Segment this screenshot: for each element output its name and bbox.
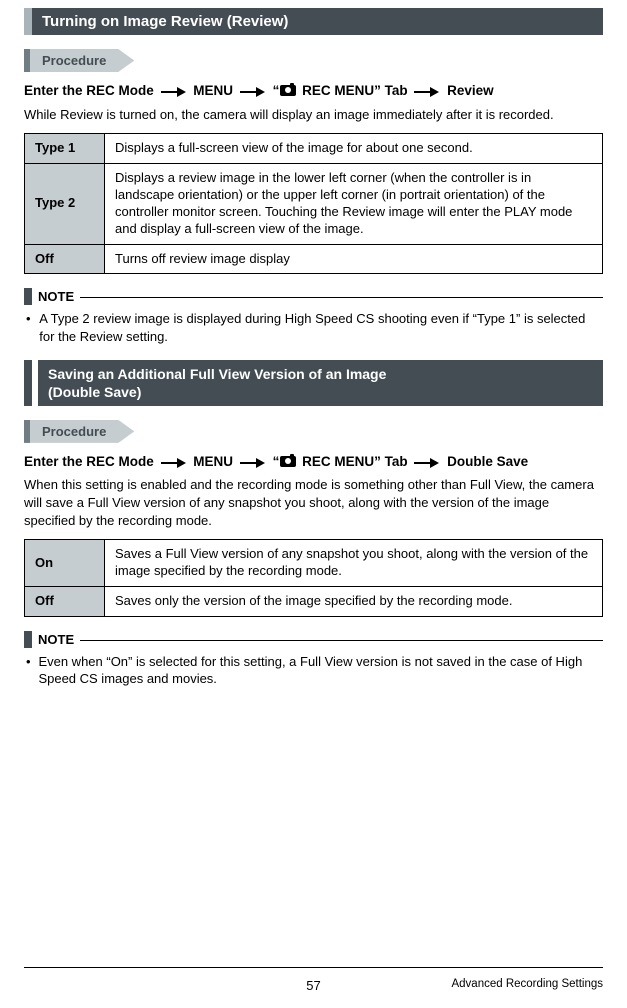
path-seg: MENU <box>193 83 233 98</box>
option-key: Type 1 <box>25 134 105 164</box>
option-val: Saves only the version of the image spec… <box>105 586 603 616</box>
path-seg-quote: “ <box>273 83 280 98</box>
footer-rule <box>24 967 603 968</box>
path-seg: Double Save <box>447 454 528 469</box>
note-list: •A Type 2 review image is displayed duri… <box>24 310 603 345</box>
procedure-tag: Procedure <box>24 420 134 443</box>
section-desc: When this setting is enabled and the rec… <box>24 476 603 529</box>
note-item: •Even when “On” is selected for this set… <box>26 653 603 688</box>
section-title-double-save: Saving an Additional Full View Version o… <box>24 360 603 406</box>
option-val: Displays a full-screen view of the image… <box>105 134 603 164</box>
table-row: Off Turns off review image display <box>25 244 603 274</box>
bullet-icon: • <box>26 310 39 345</box>
note-header: NOTE <box>24 288 603 305</box>
bullet-icon: • <box>26 653 38 688</box>
camera-icon <box>280 456 296 467</box>
note-bar-icon <box>24 288 32 305</box>
option-val: Turns off review image display <box>105 244 603 274</box>
table-row: Off Saves only the version of the image … <box>25 586 603 616</box>
nav-path-review: Enter the REC Mode MENU “ REC MENU” Tab … <box>24 82 603 100</box>
option-key: On <box>25 540 105 587</box>
arrow-icon <box>240 87 266 96</box>
note-text: Even when “On” is selected for this sett… <box>38 653 603 688</box>
note-item: •A Type 2 review image is displayed duri… <box>26 310 603 345</box>
page: Turning on Image Review (Review) Procedu… <box>0 0 627 1008</box>
arrow-icon <box>161 458 187 467</box>
title-line2: (Double Save) <box>48 383 593 401</box>
note-rule <box>80 640 603 641</box>
title-line1: Saving an Additional Full View Version o… <box>48 365 593 383</box>
option-key: Type 2 <box>25 163 105 244</box>
title-gutter <box>24 360 32 406</box>
path-seg: Review <box>447 83 494 98</box>
path-seg-quote: “ <box>273 454 280 469</box>
procedure-tag: Procedure <box>24 49 134 72</box>
option-val: Saves a Full View version of any snapsho… <box>105 540 603 587</box>
option-key: Off <box>25 586 105 616</box>
arrow-icon <box>414 87 440 96</box>
section-desc: While Review is turned on, the camera wi… <box>24 106 603 124</box>
arrow-icon <box>414 458 440 467</box>
note-label: NOTE <box>38 289 74 304</box>
page-footer: 57 Advanced Recording Settings <box>24 967 603 994</box>
path-seg: MENU <box>193 454 233 469</box>
table-row: Type 2 Displays a review image in the lo… <box>25 163 603 244</box>
section-title-review: Turning on Image Review (Review) <box>24 8 603 35</box>
title-body: Saving an Additional Full View Version o… <box>38 360 603 406</box>
table-row: On Saves a Full View version of any snap… <box>25 540 603 587</box>
footer-section-label: Advanced Recording Settings <box>451 978 603 990</box>
path-seg: REC MENU” Tab <box>298 83 407 98</box>
nav-path-double-save: Enter the REC Mode MENU “ REC MENU” Tab … <box>24 453 603 471</box>
note-rule <box>80 297 603 298</box>
arrow-icon <box>161 87 187 96</box>
path-seg: REC MENU” Tab <box>298 454 407 469</box>
option-key: Off <box>25 244 105 274</box>
note-label: NOTE <box>38 632 74 647</box>
path-seg: Enter the REC Mode <box>24 454 154 469</box>
path-seg: Enter the REC Mode <box>24 83 154 98</box>
note-text: A Type 2 review image is displayed durin… <box>39 310 603 345</box>
table-row: Type 1 Displays a full-screen view of th… <box>25 134 603 164</box>
option-val: Displays a review image in the lower lef… <box>105 163 603 244</box>
note-list: •Even when “On” is selected for this set… <box>24 653 603 688</box>
options-table-double-save: On Saves a Full View version of any snap… <box>24 539 603 617</box>
note-header: NOTE <box>24 631 603 648</box>
options-table-review: Type 1 Displays a full-screen view of th… <box>24 133 603 274</box>
note-bar-icon <box>24 631 32 648</box>
arrow-icon <box>240 458 266 467</box>
camera-icon <box>280 85 296 96</box>
